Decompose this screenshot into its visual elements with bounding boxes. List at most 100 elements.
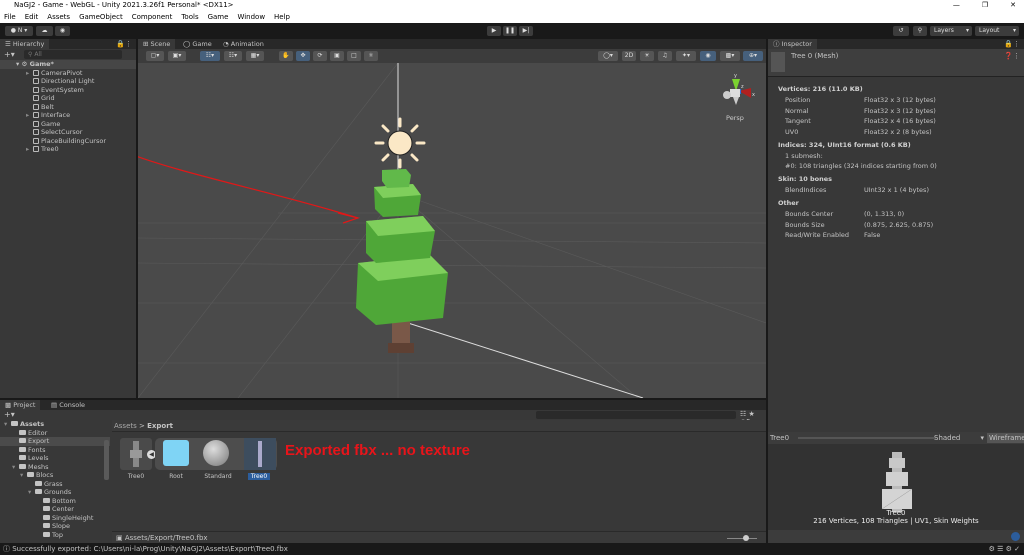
tab-project[interactable]: ▩ Project: [0, 400, 41, 410]
status-message[interactable]: Successfully exported: C:\Users\ni-la\Pr…: [12, 545, 288, 553]
play-button[interactable]: ▶: [487, 26, 501, 36]
close-button[interactable]: ✕: [1010, 0, 1016, 11]
create-asset-button[interactable]: +▾: [4, 410, 15, 419]
menu-help[interactable]: Help: [274, 11, 290, 23]
folder-item[interactable]: ▾ Assets: [0, 420, 110, 429]
2d-toggle[interactable]: 2D: [622, 51, 636, 61]
tab-scene[interactable]: ⊞ Scene: [138, 39, 176, 49]
asset-label-icon[interactable]: [1011, 532, 1020, 541]
status-icons[interactable]: ⚙ ☰ ⚙ ✓: [989, 543, 1020, 555]
expand-arrow-icon[interactable]: ▸: [26, 111, 33, 120]
preview-drag-handle[interactable]: [798, 437, 936, 439]
lock-icon[interactable]: 🔒⋮: [116, 40, 132, 48]
lighting-toggle[interactable]: ☀: [640, 51, 654, 61]
tab-hierarchy[interactable]: ☰ Hierarchy: [0, 39, 50, 49]
hand-tool[interactable]: ✋: [279, 51, 293, 61]
minimize-button[interactable]: —: [953, 0, 960, 11]
hierarchy-item[interactable]: Game: [0, 120, 136, 129]
folder-item[interactable]: Center: [0, 505, 110, 514]
menu-window[interactable]: Window: [237, 11, 265, 23]
tab-inspector[interactable]: ⓘ Inspector: [768, 39, 817, 49]
icon-size-slider[interactable]: [727, 535, 757, 541]
folder-item[interactable]: ▾ Grounds: [0, 488, 110, 497]
pivot-button[interactable]: ☷▾: [200, 51, 220, 61]
create-button[interactable]: +▾: [4, 50, 15, 59]
hierarchy-item[interactable]: ▸ Tree0: [0, 145, 136, 154]
hierarchy-item[interactable]: Grid: [0, 94, 136, 103]
rect-tool[interactable]: □: [347, 51, 361, 61]
hierarchy-item[interactable]: Directional Light: [0, 77, 136, 86]
hierarchy-item[interactable]: PlaceBuildingCursor: [0, 137, 136, 146]
folder-item[interactable]: Fonts: [0, 446, 110, 455]
move-tool[interactable]: ✥: [296, 51, 310, 61]
snap-button[interactable]: ☷▾: [224, 51, 242, 61]
hierarchy-item[interactable]: EventSystem: [0, 86, 136, 95]
layout-dropdown[interactable]: Layout ▾: [975, 26, 1019, 36]
scale-tool[interactable]: ▣: [330, 51, 344, 61]
menu-assets[interactable]: Assets: [47, 11, 70, 23]
breadcrumb-export[interactable]: Export: [147, 422, 173, 430]
folder-item[interactable]: SingleHeight: [0, 514, 110, 523]
mesh-preview[interactable]: [768, 444, 1024, 519]
breadcrumb: Assets > Export: [112, 420, 766, 432]
gizmos-button[interactable]: ⊕▾: [743, 51, 763, 61]
folder-item[interactable]: Slope: [0, 522, 110, 531]
wireframe-toggle[interactable]: Wireframe: [987, 433, 1024, 443]
folder-item[interactable]: ▾ Meshs: [0, 463, 110, 472]
folder-item[interactable]: Export: [0, 437, 110, 446]
shading-button[interactable]: ▣▾: [168, 51, 186, 61]
folder-item[interactable]: ▾ Blocs: [0, 471, 110, 480]
menu-game[interactable]: Game: [208, 11, 229, 23]
folder-item[interactable]: Grass: [0, 480, 110, 489]
menu-tools[interactable]: Tools: [181, 11, 198, 23]
hierarchy-search-input[interactable]: ⚲ All: [24, 50, 122, 59]
layers-dropdown[interactable]: Layers ▾: [930, 26, 972, 36]
lock-icon[interactable]: 🔒⋮: [1004, 40, 1020, 48]
maximize-button[interactable]: ❐: [982, 0, 988, 11]
camera-button[interactable]: ▩▾: [720, 51, 740, 61]
transform-tool[interactable]: ⚛: [364, 51, 378, 61]
hierarchy-item[interactable]: Belt: [0, 103, 136, 112]
expand-arrow-icon[interactable]: ▸: [26, 69, 33, 78]
help-icon[interactable]: ❓⋮: [1004, 52, 1020, 60]
folder-item[interactable]: Bottom: [0, 497, 110, 506]
scene-viewport[interactable]: y x z Persp: [138, 63, 766, 398]
hierarchy-item[interactable]: ▸ CameraPivot: [0, 69, 136, 78]
account-dropdown[interactable]: ● N ▾: [5, 26, 33, 36]
effects-button[interactable]: ✦▾: [676, 51, 696, 61]
rotate-tool[interactable]: ⟳: [313, 51, 327, 61]
shading-dropdown[interactable]: Shaded ▾: [934, 434, 984, 442]
menu-component[interactable]: Component: [132, 11, 173, 23]
asset-root[interactable]: [163, 440, 189, 466]
expand-arrow-icon[interactable]: ▸: [26, 145, 33, 154]
hierarchy-item[interactable]: SelectCursor: [0, 128, 136, 137]
folder-item[interactable]: Top: [0, 531, 110, 540]
audio-toggle[interactable]: ♫: [658, 51, 672, 61]
folder-tree-scrollbar[interactable]: [104, 440, 109, 480]
pause-button[interactable]: ❚❚: [503, 26, 517, 36]
search-icon[interactable]: ⚲: [913, 26, 927, 36]
hidden-objects-toggle[interactable]: ◉: [700, 51, 716, 61]
undo-history-icon[interactable]: ↺: [893, 26, 909, 36]
step-button[interactable]: ▶|: [519, 26, 533, 36]
tab-game[interactable]: ◯ Game: [178, 39, 217, 49]
draw-mode-button[interactable]: ▢▾: [146, 51, 164, 61]
menu-edit[interactable]: Edit: [25, 11, 39, 23]
hierarchy-item[interactable]: ▸ Interface: [0, 111, 136, 120]
cloud-button[interactable]: ☁: [36, 26, 53, 36]
tab-animation[interactable]: ◔ Animation: [218, 39, 269, 49]
persp-label[interactable]: Persp: [726, 114, 744, 122]
grid-button[interactable]: ▦▾: [246, 51, 264, 61]
asset-tree0-mesh[interactable]: [244, 438, 276, 470]
folder-item[interactable]: Editor: [0, 429, 110, 438]
tab-console[interactable]: ▤ Console: [46, 400, 90, 410]
folder-item[interactable]: Levels: [0, 454, 110, 463]
menu-file[interactable]: File: [4, 11, 16, 23]
breadcrumb-assets[interactable]: Assets: [114, 422, 137, 430]
project-search-input[interactable]: [536, 411, 736, 419]
asset-standard-material[interactable]: [203, 440, 229, 466]
collab-button[interactable]: ◉: [55, 26, 70, 36]
menu-gameobject[interactable]: GameObject: [79, 11, 123, 23]
scene-root[interactable]: ▾ ⚙ Game*: [0, 60, 136, 69]
render-mode-button[interactable]: ◯▾: [598, 51, 618, 61]
